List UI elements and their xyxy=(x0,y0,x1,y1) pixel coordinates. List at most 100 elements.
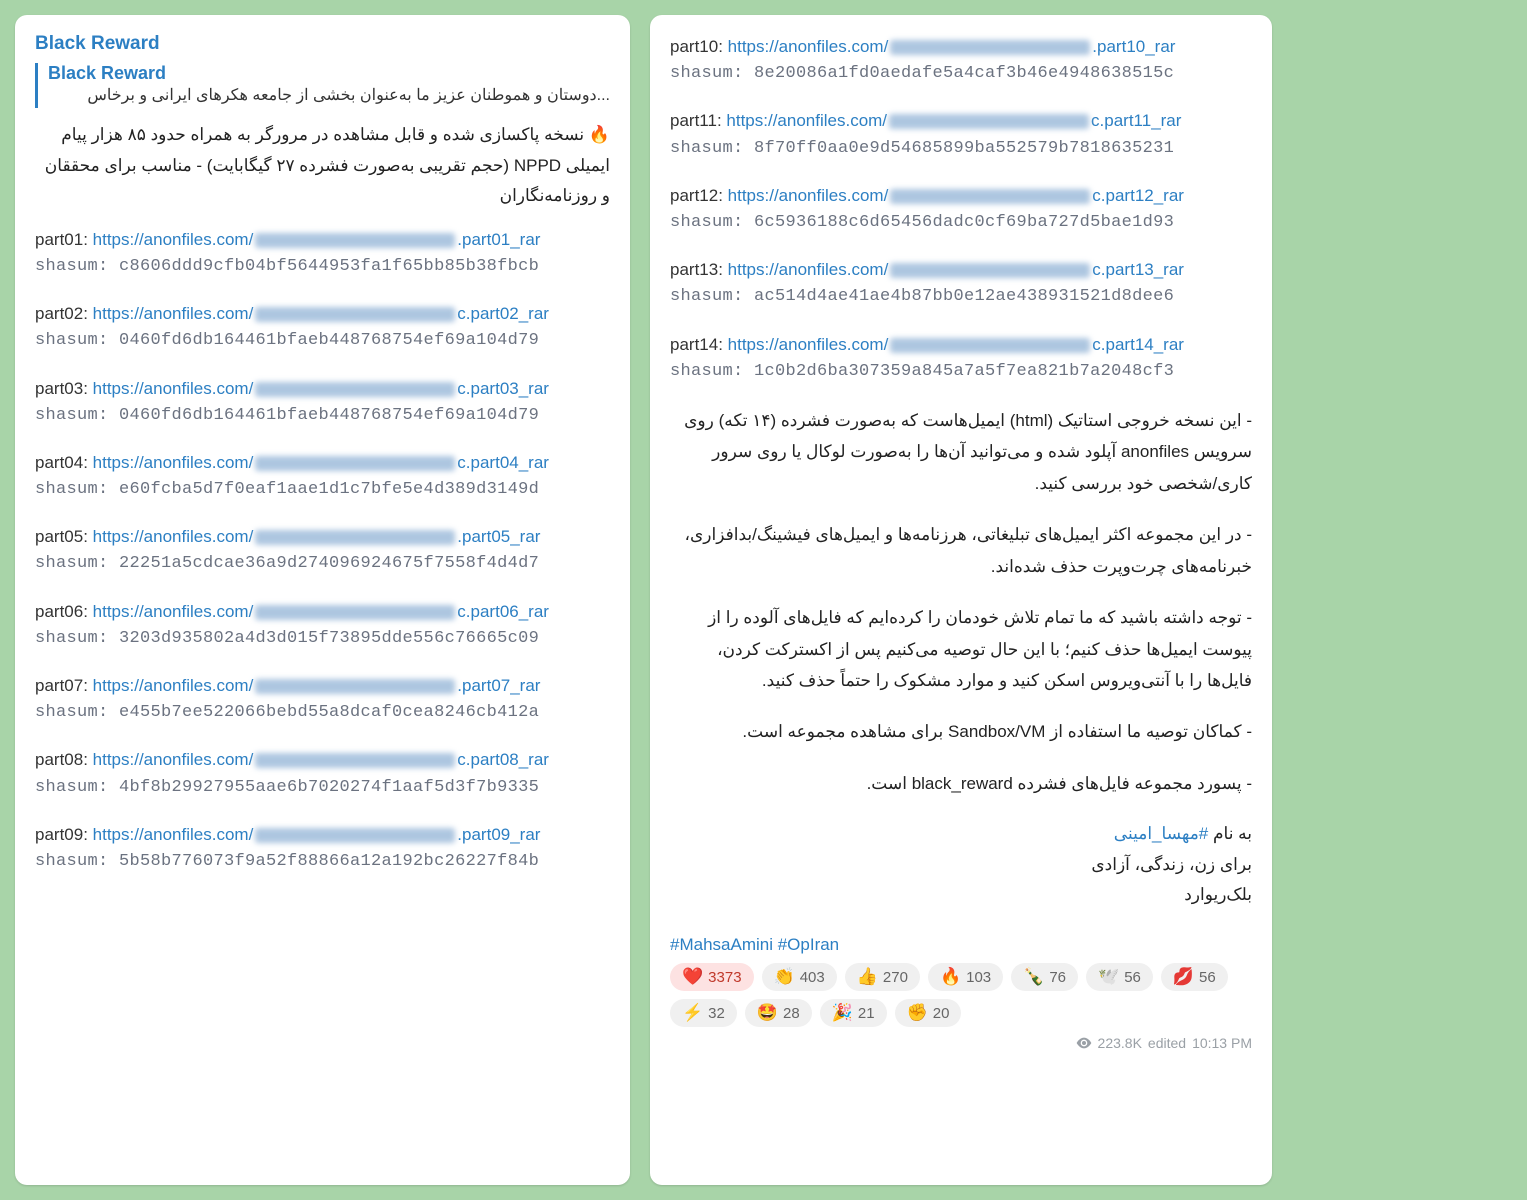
redacted-segment xyxy=(890,189,1090,204)
part-link[interactable]: https://anonfiles.com/c.part14_rar xyxy=(728,335,1184,354)
note-line: - کماکان توصیه ما استفاده از Sandbox/VM … xyxy=(670,716,1252,747)
file-parts-list: part10: https://anonfiles.com/.part10_ra… xyxy=(670,33,1252,385)
part-link[interactable]: https://anonfiles.com/.part01_rar xyxy=(93,230,541,249)
note-line: - توجه داشته باشید که ما تمام تلاش خودما… xyxy=(670,602,1252,696)
views-icon xyxy=(1076,1037,1092,1049)
file-part: part06: https://anonfiles.com/c.part06_r… xyxy=(35,598,610,652)
part-label: part10: xyxy=(670,37,728,56)
part-link[interactable]: https://anonfiles.com/c.part11_rar xyxy=(726,111,1181,130)
reaction-pill[interactable]: 🍾 76 xyxy=(1011,963,1078,991)
part-label: part12: xyxy=(670,186,728,205)
message-notes: - این نسخه خروجی استاتیک (html) ایمیل‌ها… xyxy=(670,405,1252,799)
file-part: part14: https://anonfiles.com/c.part14_r… xyxy=(670,331,1252,385)
file-part: part12: https://anonfiles.com/c.part12_r… xyxy=(670,182,1252,236)
sig-prefix: به نام xyxy=(1208,824,1252,843)
reaction-emoji: ❤️ xyxy=(682,967,703,987)
redacted-segment xyxy=(890,40,1090,55)
part-label: part09: xyxy=(35,825,93,844)
message-intro: 🔥 نسخه پاکسازی شده و قابل مشاهده در مرور… xyxy=(35,120,610,212)
reaction-emoji: ⚡ xyxy=(682,1003,703,1023)
sig-line3: بلک‌ریوارد xyxy=(670,880,1252,911)
telegram-message-left: Black Reward Black Reward ...دوستان و هم… xyxy=(15,15,630,1185)
file-part: part07: https://anonfiles.com/.part07_ra… xyxy=(35,672,610,726)
redacted-segment xyxy=(255,307,455,322)
note-line: - در این مجموعه اکثر ایمیل‌های تبلیغاتی،… xyxy=(670,519,1252,582)
reaction-pill[interactable]: 👍270 xyxy=(845,963,920,991)
reply-preview[interactable]: Black Reward ...دوستان و هموطنان عزیز ما… xyxy=(35,63,610,108)
redacted-segment xyxy=(255,456,455,471)
part-link[interactable]: https://anonfiles.com/.part05_rar xyxy=(93,527,541,546)
reaction-count: 21 xyxy=(858,1005,875,1022)
part-link[interactable]: https://anonfiles.com/c.part08_rar xyxy=(93,750,549,769)
redacted-segment xyxy=(255,530,455,545)
message-meta: 223.8K edited 10:13 PM xyxy=(1076,1035,1252,1051)
file-part: part03: https://anonfiles.com/c.part03_r… xyxy=(35,375,610,429)
part-link[interactable]: https://anonfiles.com/c.part03_rar xyxy=(93,379,549,398)
reaction-count: 103 xyxy=(966,969,991,986)
file-part: part04: https://anonfiles.com/c.part04_r… xyxy=(35,449,610,503)
message-signature: به نام #مهسا_امینی برای زن، زندگی، آزادی… xyxy=(670,819,1252,911)
file-part: part02: https://anonfiles.com/c.part02_r… xyxy=(35,300,610,354)
part-label: part11: xyxy=(670,111,726,130)
reaction-pill[interactable]: 🔥 103 xyxy=(928,963,1003,991)
part-link[interactable]: https://anonfiles.com/c.part06_rar xyxy=(93,602,549,621)
part-link[interactable]: https://anonfiles.com/c.part02_rar xyxy=(93,304,549,323)
part-link[interactable]: https://anonfiles.com/.part07_rar xyxy=(93,676,541,695)
part-label: part04: xyxy=(35,453,93,472)
reaction-emoji: ✊ xyxy=(907,1003,928,1023)
reaction-pill[interactable]: 👏 403 xyxy=(762,963,837,991)
part-label: part08: xyxy=(35,750,93,769)
note-line: - این نسخه خروجی استاتیک (html) ایمیل‌ها… xyxy=(670,405,1252,499)
shasum: shasum: 22251a5cdcae36a9d274096924675f75… xyxy=(35,550,610,577)
redacted-segment xyxy=(255,679,455,694)
reaction-emoji: 👏 xyxy=(774,967,795,987)
part-link[interactable]: https://anonfiles.com/.part09_rar xyxy=(93,825,541,844)
part-link[interactable]: https://anonfiles.com/c.part04_rar xyxy=(93,453,549,472)
reaction-pill[interactable]: 🕊️ 56 xyxy=(1086,963,1153,991)
reaction-count: 403 xyxy=(800,969,825,986)
part-label: part02: xyxy=(35,304,93,323)
hashtag-amini[interactable]: #مهسا_امینی xyxy=(1114,824,1208,843)
reaction-count: 76 xyxy=(1049,969,1066,986)
shasum: shasum: e60fcba5d7f0eaf1aae1d1c7bfe5e4d3… xyxy=(35,476,610,503)
redacted-segment xyxy=(890,263,1090,278)
reaction-count: 20 xyxy=(933,1005,950,1022)
reaction-emoji: 🍾 xyxy=(1023,967,1044,987)
reaction-count: 3373 xyxy=(708,969,741,986)
redacted-segment xyxy=(255,753,455,768)
telegram-message-right: part10: https://anonfiles.com/.part10_ra… xyxy=(650,15,1272,1185)
reaction-pill[interactable]: ⚡32 xyxy=(670,999,737,1027)
reaction-count: 56 xyxy=(1199,969,1216,986)
channel-name[interactable]: Black Reward xyxy=(35,33,610,55)
part-link[interactable]: https://anonfiles.com/c.part13_rar xyxy=(728,260,1184,279)
shasum: shasum: 8e20086a1fd0aedafe5a4caf3b46e494… xyxy=(670,60,1252,87)
part-link[interactable]: https://anonfiles.com/.part10_rar xyxy=(728,37,1176,56)
hashtags[interactable]: #MahsaAmini #OpIran xyxy=(670,935,1252,955)
file-parts-list: part01: https://anonfiles.com/.part01_ra… xyxy=(35,226,610,875)
file-part: part10: https://anonfiles.com/.part10_ra… xyxy=(670,33,1252,87)
reaction-pill[interactable]: ❤️ 3373 xyxy=(670,963,754,991)
reaction-count: 56 xyxy=(1124,969,1141,986)
part-label: part03: xyxy=(35,379,93,398)
part-label: part06: xyxy=(35,602,93,621)
redacted-segment xyxy=(255,233,455,248)
part-label: part13: xyxy=(670,260,728,279)
file-part: part13: https://anonfiles.com/c.part13_r… xyxy=(670,256,1252,310)
message-time: 10:13 PM xyxy=(1192,1035,1252,1051)
reaction-pill[interactable]: 🎉21 xyxy=(820,999,887,1027)
reaction-pill[interactable]: ✊ 20 xyxy=(895,999,962,1027)
reaction-emoji: 🔥 xyxy=(940,967,961,987)
redacted-segment xyxy=(255,605,455,620)
part-label: part05: xyxy=(35,527,93,546)
redacted-segment xyxy=(890,338,1090,353)
shasum: shasum: 5b58b776073f9a52f88866a12a192bc2… xyxy=(35,848,610,875)
reaction-pill[interactable]: 🤩28 xyxy=(745,999,812,1027)
shasum: shasum: e455b7ee522066bebd55a8dcaf0cea82… xyxy=(35,699,610,726)
reaction-pill[interactable]: 💋 56 xyxy=(1161,963,1228,991)
redacted-segment xyxy=(255,382,455,397)
reaction-emoji: 💋 xyxy=(1173,967,1194,987)
shasum: shasum: 3203d935802a4d3d015f73895dde556c… xyxy=(35,625,610,652)
reaction-emoji: 🕊️ xyxy=(1098,967,1119,987)
part-link[interactable]: https://anonfiles.com/c.part12_rar xyxy=(728,186,1184,205)
shasum: shasum: c8606ddd9cfb04bf5644953fa1f65bb8… xyxy=(35,253,610,280)
